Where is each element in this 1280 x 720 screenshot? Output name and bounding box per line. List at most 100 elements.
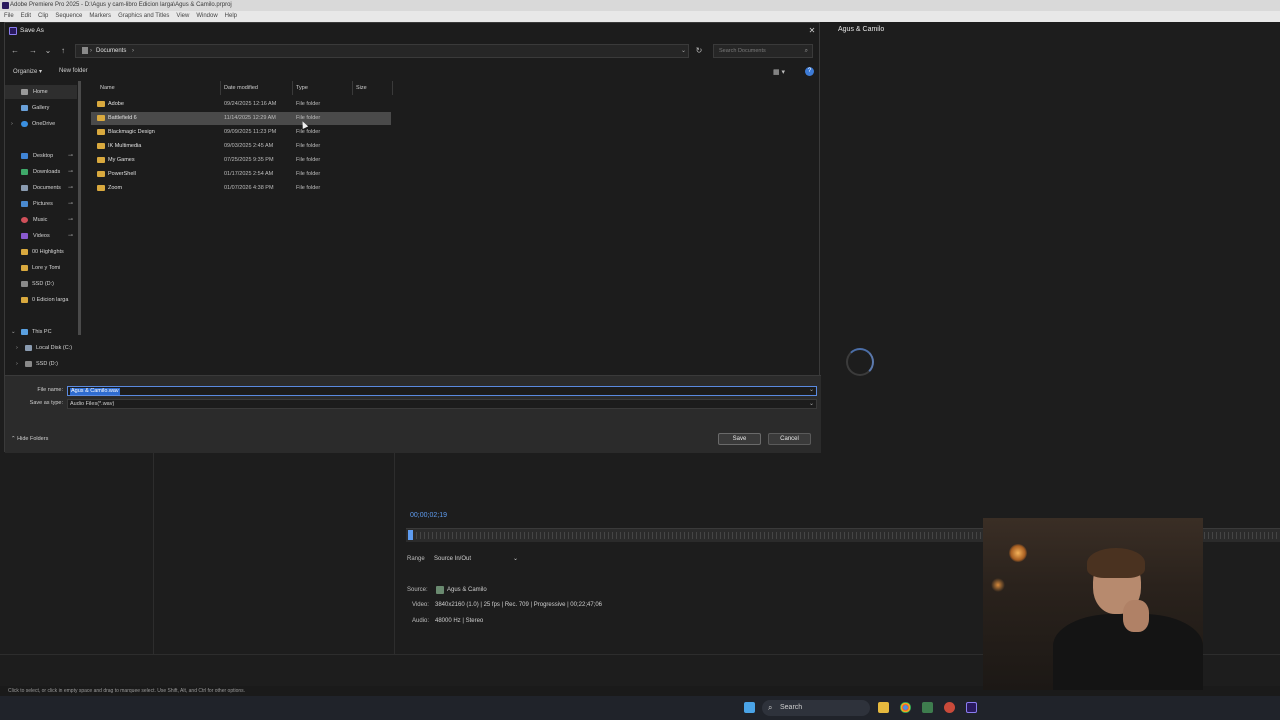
taskbar-search[interactable]: ⌕ Search bbox=[762, 700, 870, 716]
sidebar-item-label: Home bbox=[33, 89, 48, 95]
pin-icon[interactable]: ⊸ bbox=[68, 181, 73, 195]
sidebar-item-highlights[interactable]: 00 Highlights bbox=[5, 245, 77, 259]
up-arrow-icon[interactable]: ↑ bbox=[57, 45, 69, 57]
sidebar-item-documents[interactable]: Documents ⊸ bbox=[5, 181, 77, 195]
spreadsheet-app-icon[interactable] bbox=[922, 702, 933, 713]
file-explorer-icon[interactable] bbox=[878, 702, 889, 713]
chevron-down-icon[interactable]: ⌄ bbox=[11, 325, 16, 339]
menu-view[interactable]: View bbox=[176, 11, 189, 22]
taskbar-search-label: Search bbox=[780, 704, 803, 711]
chevron-right-icon[interactable]: › bbox=[16, 341, 18, 355]
sidebar-item-lore-y-tomi[interactable]: Lore y Tomi bbox=[5, 261, 77, 275]
view-options-icon[interactable]: ▦ ▾ bbox=[773, 68, 785, 76]
pin-icon[interactable]: ⊸ bbox=[68, 197, 73, 211]
column-separator[interactable] bbox=[392, 81, 393, 95]
chevron-right-icon[interactable]: › bbox=[11, 117, 13, 131]
menu-bar: File Edit Clip Sequence Markers Graphics… bbox=[0, 11, 1280, 22]
range-select[interactable]: Source In/Out ⌄ bbox=[432, 552, 520, 566]
sidebar-item-edicion-larga[interactable]: 0 Edicion larga bbox=[5, 293, 77, 307]
sidebar-item-gallery[interactable]: Gallery bbox=[5, 101, 77, 115]
search-input[interactable]: Search Documents ⌕ bbox=[713, 44, 813, 58]
save-type-select[interactable]: Audio Files(*.wav) ⌄ bbox=[67, 399, 817, 409]
column-separator[interactable] bbox=[292, 81, 293, 95]
file-row[interactable]: IK Multimedia 09/03/2025 2:45 AM File fo… bbox=[91, 140, 391, 153]
sidebar-item-desktop[interactable]: Desktop ⊸ bbox=[5, 149, 77, 163]
menu-edit[interactable]: Edit bbox=[21, 11, 31, 22]
menu-clip[interactable]: Clip bbox=[38, 11, 48, 22]
menu-sequence[interactable]: Sequence bbox=[55, 11, 82, 22]
sidebar-item-downloads[interactable]: Downloads ⊸ bbox=[5, 165, 77, 179]
help-icon[interactable]: ? bbox=[805, 67, 814, 76]
organize-button[interactable]: Organize ▾ bbox=[13, 68, 42, 75]
hide-folders-button[interactable]: ⌃ Hide Folders bbox=[11, 436, 48, 442]
timecode-display[interactable]: 00;00;02;19 bbox=[410, 512, 447, 519]
file-row[interactable]: Adobe 09/24/2025 12:16 AM File folder bbox=[91, 98, 391, 111]
chevron-down-icon[interactable]: ⌄ bbox=[42, 45, 54, 57]
folder-icon bbox=[21, 249, 28, 255]
sidebar-item-this-pc[interactable]: ⌄ This PC bbox=[5, 325, 77, 339]
premiere-app-icon bbox=[9, 27, 17, 35]
folder-icon bbox=[97, 171, 105, 177]
chevron-down-icon[interactable]: ⌄ bbox=[809, 386, 814, 393]
menu-help[interactable]: Help bbox=[225, 11, 237, 22]
folder-icon bbox=[97, 185, 105, 191]
chrome-icon[interactable] bbox=[900, 702, 911, 713]
close-icon[interactable]: ✕ bbox=[805, 23, 819, 39]
sidebar-item-label: This PC bbox=[32, 329, 52, 335]
sidebar-item-ssd[interactable]: SSD (D:) bbox=[5, 277, 77, 291]
sidebar-item-onedrive[interactable]: › OneDrive bbox=[5, 117, 77, 131]
save-button[interactable]: Save bbox=[718, 433, 761, 445]
sidebar-item-label: Pictures bbox=[33, 201, 53, 207]
nav-scrollbar[interactable] bbox=[78, 81, 81, 335]
file-name-field[interactable]: Agus & Camilo.wav ⌄ bbox=[67, 386, 817, 396]
sidebar-item-label: Documents bbox=[33, 185, 61, 191]
file-row[interactable]: PowerShell 01/17/2025 2:54 AM File folde… bbox=[91, 168, 391, 181]
sidebar-item-pictures[interactable]: Pictures ⊸ bbox=[5, 197, 77, 211]
sidebar-item-label: Lore y Tomi bbox=[32, 265, 61, 271]
sidebar-item-label: OneDrive bbox=[32, 121, 56, 127]
file-row[interactable]: Zoom 01/07/2026 4:38 PM File folder bbox=[91, 182, 391, 195]
sidebar-item-label: Desktop bbox=[33, 153, 54, 159]
playhead-handle[interactable] bbox=[408, 530, 413, 540]
chevron-down-icon: ⌄ bbox=[512, 556, 518, 562]
sidebar-item-local-disk[interactable]: › Local Disk (C:) bbox=[5, 341, 77, 355]
menu-window[interactable]: Window bbox=[196, 11, 217, 22]
back-arrow-icon[interactable]: ← bbox=[9, 45, 21, 57]
premiere-taskbar-icon[interactable] bbox=[966, 702, 977, 713]
pin-icon[interactable]: ⊸ bbox=[68, 213, 73, 227]
panel-divider bbox=[153, 452, 154, 654]
browser-app-icon[interactable] bbox=[944, 702, 955, 713]
breadcrumb-documents[interactable]: Documents bbox=[96, 48, 126, 54]
column-header-date[interactable]: Date modified bbox=[224, 85, 258, 91]
sidebar-item-ssd-d[interactable]: › SSD (D:) bbox=[5, 357, 77, 371]
dialog-title-bar: Save As bbox=[5, 23, 821, 39]
chevron-right-icon[interactable]: › bbox=[16, 357, 18, 371]
pin-icon[interactable]: ⊸ bbox=[68, 229, 73, 243]
sidebar-item-videos[interactable]: Videos ⊸ bbox=[5, 229, 77, 243]
address-bar[interactable]: › Documents › ⌄ bbox=[75, 44, 689, 58]
menu-graphics[interactable]: Graphics and Titles bbox=[118, 11, 169, 22]
pin-icon[interactable]: ⊸ bbox=[68, 165, 73, 179]
column-header-type[interactable]: Type bbox=[296, 85, 308, 91]
column-separator[interactable] bbox=[352, 81, 353, 95]
menu-file[interactable]: File bbox=[4, 11, 14, 22]
cancel-button[interactable]: Cancel bbox=[768, 433, 811, 445]
sidebar-item-music[interactable]: Music ⊸ bbox=[5, 213, 77, 227]
audio-info: 48000 Hz | Stereo bbox=[435, 618, 484, 624]
file-row[interactable]: Blackmagic Design 09/09/2025 11:23 PM Fi… bbox=[91, 126, 391, 139]
column-header-name[interactable]: Name bbox=[100, 85, 115, 91]
pin-icon[interactable]: ⊸ bbox=[68, 149, 73, 163]
pc-icon bbox=[82, 47, 88, 54]
windows-start-icon[interactable] bbox=[744, 702, 755, 713]
column-header-size[interactable]: Size bbox=[356, 85, 367, 91]
chevron-down-icon[interactable]: ⌄ bbox=[681, 45, 686, 57]
new-folder-button[interactable]: New folder bbox=[59, 68, 88, 74]
file-row[interactable]: Battlefield 6 11/14/2025 12:29 AM File f… bbox=[91, 112, 391, 125]
column-separator[interactable] bbox=[220, 81, 221, 95]
file-row[interactable]: My Games 07/25/2025 9:35 PM File folder bbox=[91, 154, 391, 167]
sidebar-item-home[interactable]: Home bbox=[5, 85, 77, 99]
forward-arrow-icon[interactable]: → bbox=[27, 45, 39, 57]
sidebar-item-label: Local Disk (C:) bbox=[36, 345, 73, 351]
menu-markers[interactable]: Markers bbox=[89, 11, 111, 22]
refresh-icon[interactable]: ↻ bbox=[693, 45, 705, 57]
